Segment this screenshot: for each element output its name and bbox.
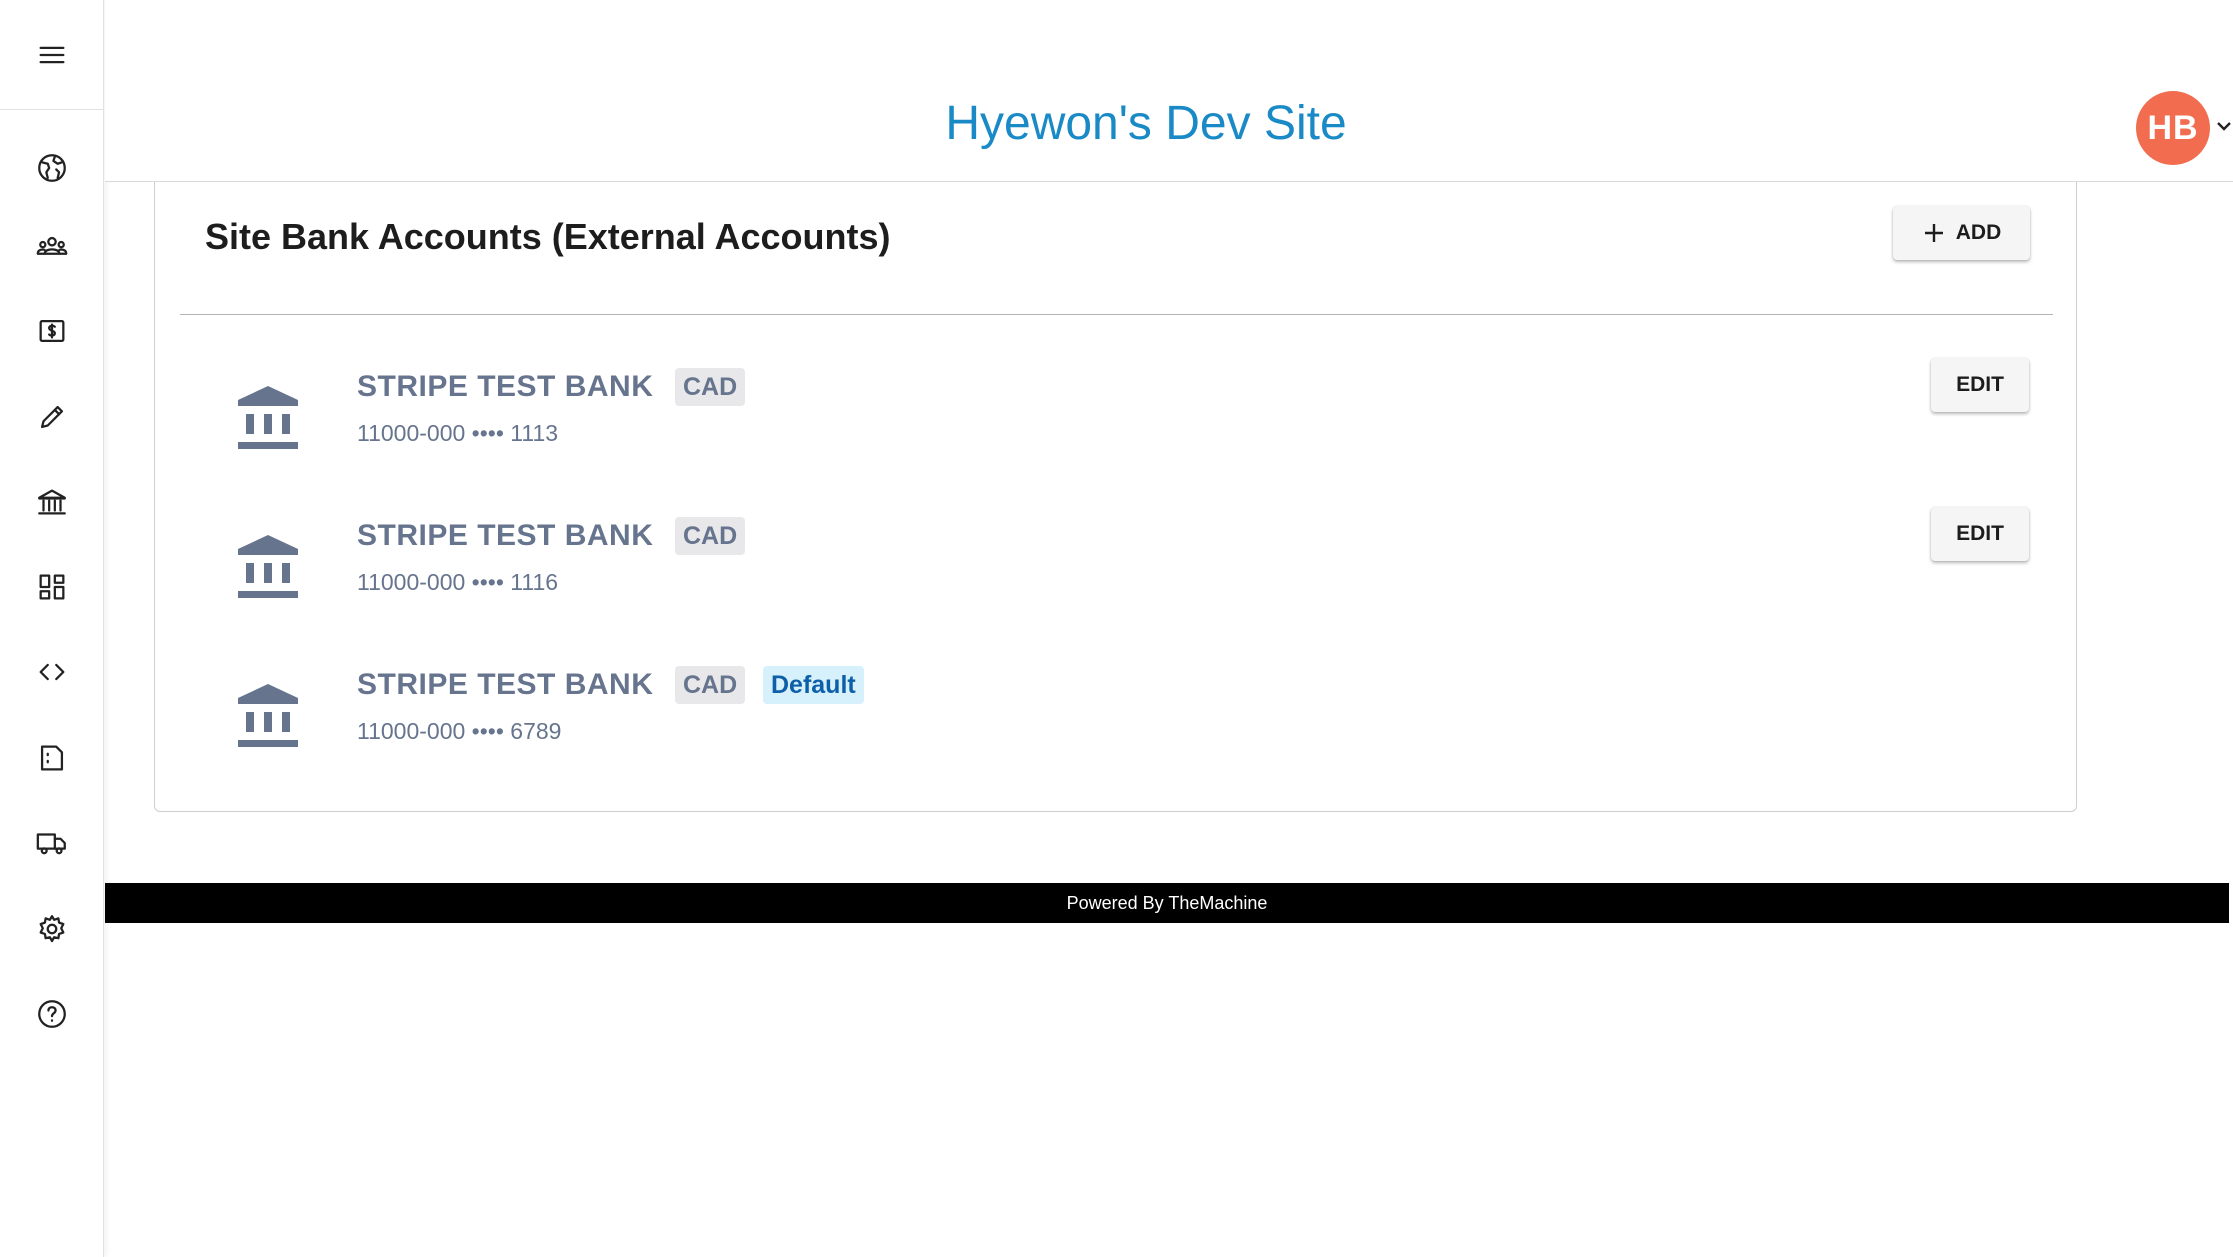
bank-icon — [237, 682, 299, 748]
account-number: 11000-000 •••• 6789 — [357, 718, 562, 744]
divider — [180, 314, 2053, 315]
sidebar-item-bank-accounts[interactable] — [0, 472, 104, 532]
sidebar-item-settings[interactable] — [0, 899, 104, 959]
bank-icon — [237, 533, 299, 599]
currency-badge: CAD — [675, 517, 746, 555]
code-icon — [39, 663, 65, 681]
add-button-label: ADD — [1955, 221, 2002, 244]
account-number: 11000-000 •••• 1113 — [357, 420, 559, 446]
truck-icon — [36, 833, 66, 855]
default-badge: Default — [763, 666, 864, 704]
bank-accounts-card: Site Bank Accounts (External Accounts) A… — [154, 182, 2077, 812]
bank-account-row: STRIPE TEST BANK CAD Default 11000-000 •… — [155, 650, 2078, 770]
dashboard-grid-icon — [39, 574, 65, 600]
users-group-icon — [36, 236, 68, 255]
sidebar-item-payments[interactable] — [0, 301, 104, 361]
sidebar-item-users[interactable] — [0, 216, 104, 276]
dollar-bill-icon — [39, 319, 65, 343]
sidebar-item-edit[interactable] — [0, 387, 104, 447]
site-title[interactable]: Hyewon's Dev Site — [105, 96, 2187, 151]
bank-icon — [38, 489, 66, 515]
account-bank-name: STRIPE TEST BANK — [357, 668, 654, 701]
hamburger-menu-icon — [39, 46, 65, 63]
bank-account-row: STRIPE TEST BANK CAD 11000-000 •••• 1116… — [155, 501, 2078, 621]
document-icon — [40, 745, 64, 771]
page-title: Site Bank Accounts (External Accounts) — [205, 216, 891, 257]
account-bank-name: STRIPE TEST BANK — [357, 370, 654, 403]
gear-icon — [39, 915, 65, 943]
edit-account-button[interactable]: EDIT — [1931, 358, 2029, 412]
globe-icon — [38, 154, 66, 182]
top-header: Hyewon's Dev Site — [105, 0, 2233, 182]
account-bank-name: STRIPE TEST BANK — [357, 519, 654, 552]
chevron-down-icon — [2217, 122, 2231, 131]
footer-text: Powered By TheMachine — [1066, 892, 1268, 913]
add-bank-account-button[interactable]: ADD — [1893, 206, 2030, 260]
bank-account-row: STRIPE TEST BANK CAD 11000-000 •••• 1113… — [155, 352, 2078, 472]
account-number: 11000-000 •••• 1116 — [357, 569, 559, 595]
sidebar-item-help[interactable] — [0, 984, 104, 1044]
menu-toggle-button[interactable] — [0, 0, 104, 110]
currency-badge: CAD — [675, 368, 746, 406]
bank-icon — [237, 384, 299, 450]
sidebar — [0, 0, 104, 1257]
plus-icon — [1924, 224, 1943, 242]
sidebar-item-sites[interactable] — [0, 138, 104, 198]
sidebar-item-documents[interactable] — [0, 728, 104, 788]
edit-account-button[interactable]: EDIT — [1931, 507, 2029, 561]
help-icon — [38, 1000, 66, 1028]
footer: Powered By TheMachine — [105, 883, 2229, 923]
currency-badge: CAD — [675, 666, 746, 704]
pencil-icon — [40, 405, 64, 429]
user-avatar[interactable]: HB — [2136, 91, 2210, 165]
sidebar-item-shipping[interactable] — [0, 813, 104, 873]
sidebar-item-dashboard[interactable] — [0, 557, 104, 617]
sidebar-item-code[interactable] — [0, 642, 104, 702]
account-menu-toggle[interactable] — [2215, 117, 2233, 135]
